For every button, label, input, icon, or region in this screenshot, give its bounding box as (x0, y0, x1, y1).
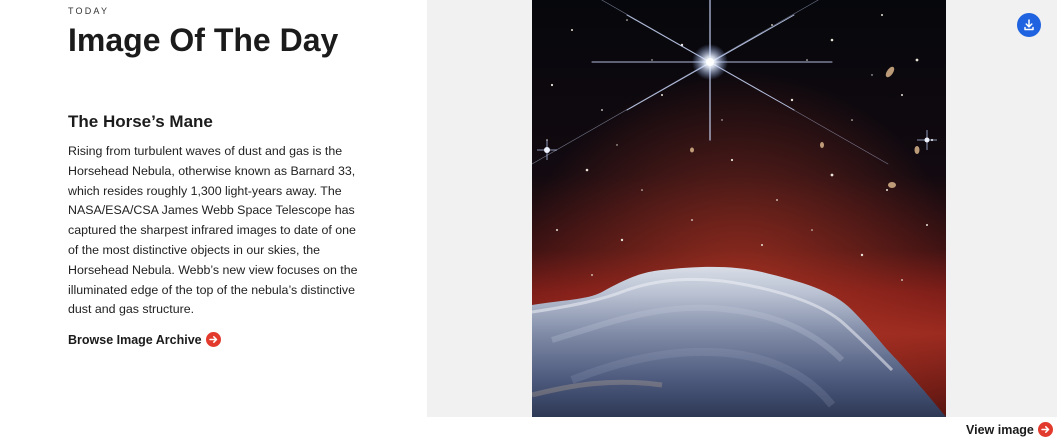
arrow-right-circle-icon (1037, 422, 1053, 437)
page-title: Image Of The Day (68, 22, 339, 58)
image-panel (427, 0, 1057, 417)
view-image-label: View image (966, 422, 1034, 437)
download-button[interactable] (1017, 13, 1041, 37)
view-image-link[interactable]: View image (966, 422, 1053, 437)
section-eyebrow: TODAY (68, 6, 110, 16)
browse-image-archive-link[interactable]: Browse Image Archive (68, 332, 221, 347)
download-icon (1024, 19, 1034, 31)
horsehead-nebula-image[interactable] (532, 0, 946, 417)
article-title: The Horse’s Mane (68, 112, 213, 131)
arrow-right-circle-icon (205, 332, 221, 347)
article-description: Rising from turbulent waves of dust and … (68, 144, 358, 317)
image-of-the-day-section: TODAY Image Of The Day The Horse’s Mane … (0, 0, 1057, 442)
browse-link-label: Browse Image Archive (68, 332, 202, 347)
